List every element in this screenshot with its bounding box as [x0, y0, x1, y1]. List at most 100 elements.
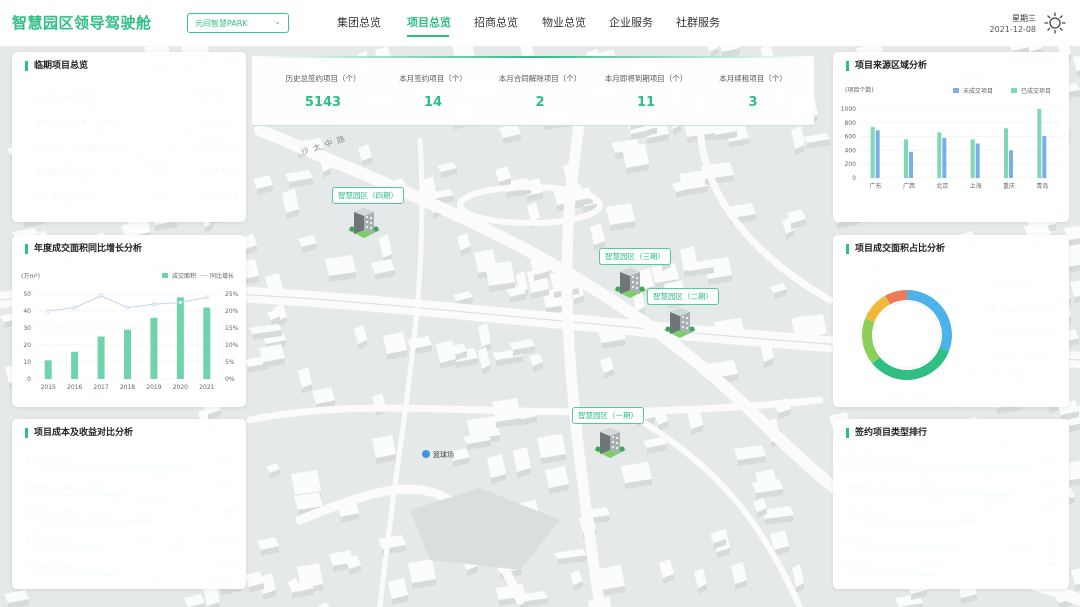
bar-closed: [904, 139, 908, 178]
building-graphic: [594, 428, 626, 458]
y-tick-label: 800: [845, 120, 857, 127]
line-point: [46, 309, 51, 313]
x-tick-label: 上海: [970, 182, 982, 190]
building-block: [485, 261, 515, 286]
area-share-donut: [862, 290, 952, 380]
line-point: [99, 293, 103, 298]
poi-label: 篮球场: [433, 451, 454, 459]
donut-inner-ring: [873, 301, 941, 369]
y2-tick-label: 5%: [225, 359, 235, 366]
nav-active-underline: [407, 35, 449, 37]
park-select-value: 元间智慧PARK: [195, 19, 248, 28]
bar-closed: [1037, 109, 1042, 178]
y-tick-label: 10: [23, 359, 31, 366]
bar: [71, 351, 79, 379]
bar-closed: [870, 126, 875, 178]
y-tick-label: 50: [23, 291, 31, 298]
panel-title: 年度成交面积同比增长分析: [25, 244, 142, 254]
y-axis-unit: (万m²): [21, 273, 40, 280]
panel-annual-growth: 年度成交面积同比增长分析 (万m²) 成交面积 同比增长 0 0% 10 5% 20 10% 30…: [12, 235, 246, 407]
building-phase-3-icon[interactable]: [612, 262, 648, 298]
stat-value: 14: [423, 95, 443, 110]
legend-label: 已成交项目: [1021, 87, 1051, 95]
legend-label: 成交面积: [172, 272, 196, 280]
nav-group-overview[interactable]: 集团总览: [337, 14, 381, 30]
line-point: [152, 302, 156, 307]
legend-swatch: [953, 88, 959, 93]
nav-property-overview[interactable]: 物业总览: [542, 14, 586, 30]
park-select[interactable]: 元间智慧PARK ⌄: [187, 13, 289, 33]
y2-tick-label: 15%: [225, 325, 239, 332]
y-tick-label: 600: [845, 134, 857, 141]
x-tick-label: 广西: [903, 182, 915, 190]
bar: [203, 307, 211, 379]
nav-project-overview[interactable]: 项目总览: [407, 14, 451, 30]
nav-enterprise-service[interactable]: 企业服务: [609, 14, 653, 30]
x-tick-label: 2015: [41, 384, 56, 391]
stat-label: 本月即将到期项目（个）: [604, 74, 688, 83]
panel-cost-revenue: 项目成本及收益对比分析: [12, 419, 246, 589]
panel-title: 临期项目总览: [25, 61, 88, 71]
stat-label: 本月签约项目（个）: [399, 74, 467, 83]
chevron-down-icon: ⌄: [274, 17, 281, 26]
building-graphic: [664, 308, 696, 338]
stat-label: 本月续租项目（个）: [719, 74, 787, 83]
stat-label: 本月合同解除项目（个）: [498, 74, 582, 83]
nav-community-service[interactable]: 社群服务: [676, 14, 720, 30]
panel-title: 签约项目类型排行: [846, 428, 927, 438]
x-tick-label: 2016: [67, 384, 82, 391]
donut-slice: [885, 290, 908, 305]
building-phase-4-icon[interactable]: [346, 202, 382, 238]
building-block: [291, 470, 321, 495]
building-block: [408, 559, 436, 583]
y-tick-label: 0: [27, 376, 31, 383]
panel-area-share: 项目成交面积占比分析: [833, 235, 1069, 407]
sun-icon[interactable]: [1044, 12, 1066, 34]
line-point: [178, 300, 183, 305]
panel-title: 项目来源区域分析: [846, 61, 927, 71]
building-block: [372, 435, 396, 458]
x-tick-label: 重庆: [1003, 182, 1015, 190]
line-point: [72, 305, 77, 310]
line-point: [204, 295, 209, 300]
building-block: [622, 144, 649, 168]
app-logo: 智慧园区领导驾驶舱: [12, 14, 152, 32]
x-tick-label: 北京: [936, 182, 948, 190]
building-block: [537, 434, 566, 458]
panel-type-ranking: 签约项目类型排行: [833, 419, 1069, 589]
bar-open: [1042, 135, 1047, 178]
building-phase-1-icon[interactable]: [592, 422, 628, 458]
nav-investment-overview[interactable]: 招商总览: [474, 14, 518, 30]
top-header: 智慧园区领导驾驶舱 元间智慧PARK ⌄ 集团总览 项目总览 招商总览 物业总览…: [0, 0, 1080, 46]
bar: [97, 336, 105, 379]
stat-label: 历史总签约项目（个）: [285, 74, 361, 83]
bar-open: [875, 130, 880, 178]
stat-value: 5143: [304, 95, 342, 110]
bar: [176, 297, 184, 379]
current-date: 2021-12-08: [989, 25, 1037, 34]
y2-tick-label: 20%: [225, 308, 239, 315]
poi-basketball-court[interactable]: 篮球场: [422, 450, 454, 460]
legend-swatch: [1011, 88, 1017, 93]
stat-month-terminated: 本月合同解除项目（个） 2: [484, 73, 596, 110]
panel-title: 项目成本及收益对比分析: [25, 428, 133, 438]
x-tick-label: 2019: [146, 384, 161, 391]
x-tick-label: 青岛: [1036, 182, 1048, 190]
stats-divider: [252, 56, 814, 58]
bar: [150, 317, 158, 379]
bar: [124, 329, 131, 379]
y-tick-label: 200: [845, 161, 857, 168]
y-tick-label: 40: [23, 308, 31, 315]
x-tick-label: 2020: [173, 384, 188, 391]
bar-open: [909, 151, 913, 178]
stat-value: 2: [535, 95, 545, 110]
legend-swatch: [162, 273, 168, 278]
bar: [44, 360, 52, 379]
bar-open: [1009, 150, 1013, 178]
building-phase-2-icon[interactable]: [662, 302, 698, 338]
stat-total-signed: 历史总签约项目（个） 5143: [267, 73, 379, 110]
y-tick-label: 20: [23, 342, 31, 349]
weekday: 星期三: [1012, 14, 1036, 23]
x-tick-label: 2018: [120, 384, 135, 391]
stat-month-renewed: 本月续租项目（个） 3: [697, 73, 809, 110]
